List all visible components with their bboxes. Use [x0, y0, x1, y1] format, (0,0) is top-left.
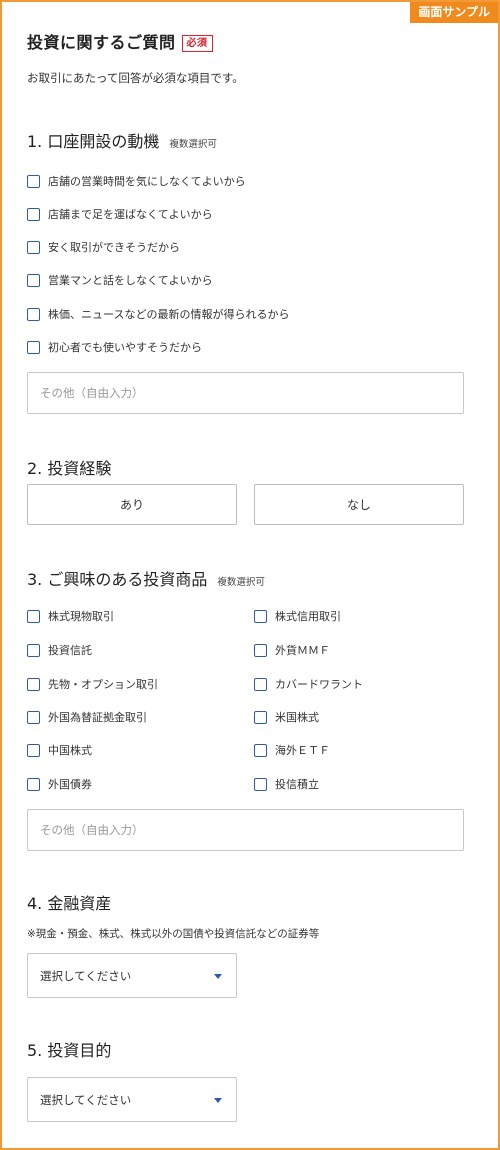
investment-purpose-select-value: 選択してください	[40, 1092, 132, 1107]
q1-other-placeholder: その他（自由入力）	[40, 386, 144, 400]
q3-right-option-4[interactable]: 海外ＥＴＦ	[254, 742, 330, 758]
q1-option-3[interactable]: 営業マンと話をしなくてよいから	[27, 272, 213, 288]
checkbox-icon[interactable]	[27, 609, 40, 623]
q1-option-label: 安く取引ができそうだから	[48, 241, 180, 254]
q3-option-label: 外国為替証拠金取引	[48, 711, 147, 724]
checkbox-icon[interactable]	[27, 643, 40, 657]
q1-option-5[interactable]: 初心者でも使いやすそうだから	[27, 339, 202, 355]
q3-other-placeholder: その他（自由入力）	[40, 823, 144, 837]
q2-heading: 2. 投資経験	[27, 455, 111, 479]
q1-option-4[interactable]: 株価、ニュースなどの最新の情報が得られるから	[27, 306, 289, 322]
q1-other-input[interactable]: その他（自由入力）	[27, 372, 464, 414]
q3-left-option-4[interactable]: 中国株式	[27, 742, 92, 758]
checkbox-icon[interactable]	[27, 710, 40, 724]
q1-option-0[interactable]: 店舗の営業時間を気にしなくてよいから	[27, 173, 246, 189]
experience-yes-button[interactable]: あり	[27, 484, 237, 525]
page-title: 投資に関するご質問 必須	[27, 33, 213, 53]
q3-option-label: 株式現物取引	[48, 610, 114, 623]
q3-left-option-1[interactable]: 投資信託	[27, 642, 92, 658]
q1-option-1[interactable]: 店舗まで足を運ばなくてよいから	[27, 206, 213, 222]
checkbox-icon[interactable]	[254, 710, 267, 724]
q3-left-option-5[interactable]: 外国債券	[27, 776, 92, 792]
checkbox-icon[interactable]	[27, 777, 40, 791]
q3-left-option-0[interactable]: 株式現物取引	[27, 608, 114, 624]
q1-option-label: 株価、ニュースなどの最新の情報が得られるから	[48, 308, 290, 321]
q3-right-option-3[interactable]: 米国株式	[254, 709, 319, 725]
checkbox-icon[interactable]	[254, 643, 267, 657]
q3-option-label: 米国株式	[275, 711, 319, 724]
financial-assets-select-value: 選択してください	[40, 968, 132, 983]
q3-option-label: 投資信託	[48, 644, 92, 657]
checkbox-icon[interactable]	[27, 207, 40, 221]
q4-note: ※現金・預金、株式、株式以外の国債や投資信託などの証券等	[27, 928, 320, 940]
q3-option-label: 株式信用取引	[275, 610, 341, 623]
experience-no-label: なし	[346, 498, 371, 512]
q3-option-label: 海外ＥＴＦ	[275, 744, 330, 757]
required-badge: 必須	[181, 34, 213, 52]
q1-option-label: 店舗の営業時間を気にしなくてよいから	[48, 175, 246, 188]
q3-right-option-1[interactable]: 外貨ＭＭＦ	[254, 642, 330, 658]
investment-purpose-select[interactable]: 選択してください	[27, 1077, 237, 1122]
q3-heading: 3. ご興味のある投資商品 複数選択可	[27, 566, 265, 590]
q3-right-option-2[interactable]: カバードワラント	[254, 676, 363, 692]
q3-multi-note: 複数選択可	[217, 577, 265, 588]
experience-yes-label: あり	[119, 498, 144, 512]
q3-option-label: 先物・オプション取引	[48, 678, 158, 691]
checkbox-icon[interactable]	[254, 609, 267, 623]
checkbox-icon[interactable]	[27, 307, 40, 321]
q3-option-label: 中国株式	[48, 744, 92, 757]
q5-heading: 5. 投資目的	[27, 1037, 111, 1061]
q3-option-label: 外国債券	[48, 778, 92, 791]
checkbox-icon[interactable]	[254, 777, 267, 791]
q1-heading-text: 1. 口座開設の動機	[27, 132, 160, 151]
checkbox-icon[interactable]	[27, 743, 40, 757]
q3-option-label: 外貨ＭＭＦ	[275, 644, 330, 657]
q2-heading-text: 2. 投資経験	[27, 459, 112, 478]
checkbox-icon[interactable]	[254, 677, 267, 691]
q3-right-option-0[interactable]: 株式信用取引	[254, 608, 341, 624]
q3-left-option-2[interactable]: 先物・オプション取引	[27, 676, 158, 692]
q4-heading-text: 4. 金融資産	[27, 894, 112, 913]
q4-heading: 4. 金融資産	[27, 890, 111, 914]
checkbox-icon[interactable]	[27, 174, 40, 188]
caret-down-icon	[214, 1097, 222, 1103]
caret-down-icon	[214, 973, 222, 979]
q3-other-input[interactable]: その他（自由入力）	[27, 809, 464, 851]
checkbox-icon[interactable]	[27, 677, 40, 691]
q1-option-label: 営業マンと話をしなくてよいから	[48, 274, 213, 287]
q3-left-option-3[interactable]: 外国為替証拠金取引	[27, 709, 147, 725]
checkbox-icon[interactable]	[254, 743, 267, 757]
q3-option-label: カバードワラント	[275, 678, 363, 691]
intro-text: お取引にあたって回答が必須な項目です。	[27, 71, 244, 85]
experience-no-button[interactable]: なし	[254, 484, 464, 525]
q5-heading-text: 5. 投資目的	[27, 1041, 112, 1060]
q3-right-option-5[interactable]: 投信積立	[254, 776, 319, 792]
q1-option-label: 初心者でも使いやすそうだから	[48, 341, 202, 354]
checkbox-icon[interactable]	[27, 273, 40, 287]
sample-badge: 画面サンプル	[410, 2, 498, 23]
q1-multi-note: 複数選択可	[169, 139, 217, 150]
financial-assets-select[interactable]: 選択してください	[27, 953, 237, 998]
q3-option-label: 投信積立	[275, 778, 319, 791]
checkbox-icon[interactable]	[27, 340, 40, 354]
page-title-text: 投資に関するご質問	[27, 33, 176, 52]
checkbox-icon[interactable]	[27, 240, 40, 254]
q1-option-label: 店舗まで足を運ばなくてよいから	[48, 208, 213, 221]
q3-heading-text: 3. ご興味のある投資商品	[27, 570, 208, 589]
q1-option-2[interactable]: 安く取引ができそうだから	[27, 239, 180, 255]
q1-heading: 1. 口座開設の動機 複数選択可	[27, 128, 217, 152]
